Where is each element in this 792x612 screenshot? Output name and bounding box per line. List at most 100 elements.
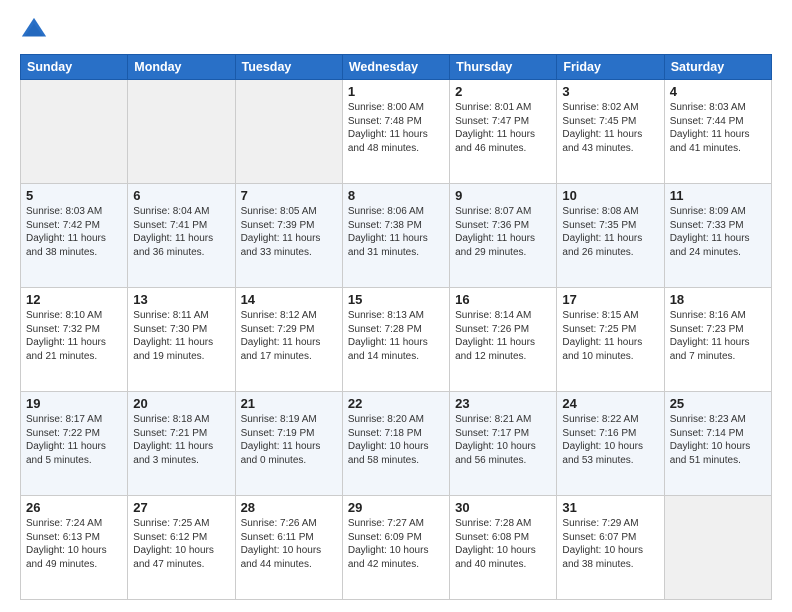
day-number: 23 xyxy=(455,396,551,411)
day-info: Sunrise: 8:23 AMSunset: 7:14 PMDaylight:… xyxy=(670,413,766,467)
calendar-header: SundayMondayTuesdayWednesdayThursdayFrid… xyxy=(21,55,772,80)
calendar-week-4: 19 Sunrise: 8:17 AMSunset: 7:22 PMDayligh… xyxy=(21,392,772,496)
calendar-day-7: 7 Sunrise: 8:05 AMSunset: 7:39 PMDaylight… xyxy=(235,184,342,288)
day-info: Sunrise: 8:22 AMSunset: 7:16 PMDaylight:… xyxy=(562,413,658,467)
weekday-header-friday: Friday xyxy=(557,55,664,80)
day-number: 18 xyxy=(670,292,766,307)
weekday-header-thursday: Thursday xyxy=(450,55,557,80)
day-info: Sunrise: 8:15 AMSunset: 7:25 PMDaylight:… xyxy=(562,309,658,363)
day-info: Sunrise: 8:06 AMSunset: 7:38 PMDaylight:… xyxy=(348,205,444,259)
calendar-week-2: 5 Sunrise: 8:03 AMSunset: 7:42 PMDaylight… xyxy=(21,184,772,288)
day-number: 3 xyxy=(562,84,658,99)
day-number: 20 xyxy=(133,396,229,411)
day-info: Sunrise: 8:08 AMSunset: 7:35 PMDaylight:… xyxy=(562,205,658,259)
calendar-day-13: 13 Sunrise: 8:11 AMSunset: 7:30 PMDayligh… xyxy=(128,288,235,392)
day-number: 14 xyxy=(241,292,337,307)
calendar-day-11: 11 Sunrise: 8:09 AMSunset: 7:33 PMDayligh… xyxy=(664,184,771,288)
page: SundayMondayTuesdayWednesdayThursdayFrid… xyxy=(0,0,792,612)
weekday-header-saturday: Saturday xyxy=(664,55,771,80)
calendar-day-5: 5 Sunrise: 8:03 AMSunset: 7:42 PMDaylight… xyxy=(21,184,128,288)
calendar-day-17: 17 Sunrise: 8:15 AMSunset: 7:25 PMDayligh… xyxy=(557,288,664,392)
logo-icon xyxy=(20,16,48,44)
day-info: Sunrise: 7:24 AMSunset: 6:13 PMDaylight:… xyxy=(26,517,122,571)
day-number: 27 xyxy=(133,500,229,515)
calendar-day-3: 3 Sunrise: 8:02 AMSunset: 7:45 PMDaylight… xyxy=(557,80,664,184)
calendar-day-30: 30Sunrise: 7:28 AMSunset: 6:08 PMDayligh… xyxy=(450,496,557,600)
day-number: 7 xyxy=(241,188,337,203)
calendar-day-21: 21Sunrise: 8:19 AMSunset: 7:19 PMDayligh… xyxy=(235,392,342,496)
day-info: Sunrise: 8:05 AMSunset: 7:39 PMDaylight:… xyxy=(241,205,337,259)
day-number: 2 xyxy=(455,84,551,99)
day-number: 28 xyxy=(241,500,337,515)
day-info: Sunrise: 8:03 AMSunset: 7:42 PMDaylight:… xyxy=(26,205,122,259)
day-number: 15 xyxy=(348,292,444,307)
day-number: 5 xyxy=(26,188,122,203)
day-info: Sunrise: 7:26 AMSunset: 6:11 PMDaylight:… xyxy=(241,517,337,571)
day-info: Sunrise: 8:00 AMSunset: 7:48 PMDaylight:… xyxy=(348,101,444,155)
day-info: Sunrise: 8:16 AMSunset: 7:23 PMDaylight:… xyxy=(670,309,766,363)
day-info: Sunrise: 8:11 AMSunset: 7:30 PMDaylight:… xyxy=(133,309,229,363)
day-number: 4 xyxy=(670,84,766,99)
day-number: 8 xyxy=(348,188,444,203)
calendar-day-24: 24 Sunrise: 8:22 AMSunset: 7:16 PMDayligh… xyxy=(557,392,664,496)
empty-cell xyxy=(235,80,342,184)
day-info: Sunrise: 8:17 AMSunset: 7:22 PMDaylight:… xyxy=(26,413,122,467)
day-number: 21 xyxy=(241,396,337,411)
day-info: Sunrise: 7:28 AMSunset: 6:08 PMDaylight:… xyxy=(455,517,551,571)
calendar-day-2: 2Sunrise: 8:01 AMSunset: 7:47 PMDaylight… xyxy=(450,80,557,184)
calendar-day-12: 12 Sunrise: 8:10 AMSunset: 7:32 PMDayligh… xyxy=(21,288,128,392)
weekday-header-wednesday: Wednesday xyxy=(342,55,449,80)
calendar-day-4: 4 Sunrise: 8:03 AMSunset: 7:44 PMDaylight… xyxy=(664,80,771,184)
calendar-day-10: 10 Sunrise: 8:08 AMSunset: 7:35 PMDayligh… xyxy=(557,184,664,288)
day-info: Sunrise: 8:10 AMSunset: 7:32 PMDaylight:… xyxy=(26,309,122,363)
calendar-day-8: 8 Sunrise: 8:06 AMSunset: 7:38 PMDaylight… xyxy=(342,184,449,288)
calendar-table: SundayMondayTuesdayWednesdayThursdayFrid… xyxy=(20,54,772,600)
day-number: 22 xyxy=(348,396,444,411)
calendar-day-14: 14 Sunrise: 8:12 AMSunset: 7:29 PMDayligh… xyxy=(235,288,342,392)
calendar-day-1: 1 Sunrise: 8:00 AMSunset: 7:48 PMDaylight… xyxy=(342,80,449,184)
calendar-day-23: 23Sunrise: 8:21 AMSunset: 7:17 PMDayligh… xyxy=(450,392,557,496)
day-number: 24 xyxy=(562,396,658,411)
day-info: Sunrise: 8:03 AMSunset: 7:44 PMDaylight:… xyxy=(670,101,766,155)
logo xyxy=(20,16,52,44)
calendar-day-26: 26 Sunrise: 7:24 AMSunset: 6:13 PMDayligh… xyxy=(21,496,128,600)
calendar-day-9: 9Sunrise: 8:07 AMSunset: 7:36 PMDaylight… xyxy=(450,184,557,288)
calendar-day-27: 27 Sunrise: 7:25 AMSunset: 6:12 PMDayligh… xyxy=(128,496,235,600)
day-number: 11 xyxy=(670,188,766,203)
day-number: 26 xyxy=(26,500,122,515)
calendar-day-28: 28 Sunrise: 7:26 AMSunset: 6:11 PMDayligh… xyxy=(235,496,342,600)
empty-cell xyxy=(664,496,771,600)
calendar-week-3: 12 Sunrise: 8:10 AMSunset: 7:32 PMDayligh… xyxy=(21,288,772,392)
calendar-day-16: 16Sunrise: 8:14 AMSunset: 7:26 PMDayligh… xyxy=(450,288,557,392)
day-info: Sunrise: 8:09 AMSunset: 7:33 PMDaylight:… xyxy=(670,205,766,259)
day-info: Sunrise: 8:04 AMSunset: 7:41 PMDaylight:… xyxy=(133,205,229,259)
weekday-header-tuesday: Tuesday xyxy=(235,55,342,80)
day-number: 29 xyxy=(348,500,444,515)
empty-cell xyxy=(128,80,235,184)
day-info: Sunrise: 8:12 AMSunset: 7:29 PMDaylight:… xyxy=(241,309,337,363)
day-number: 12 xyxy=(26,292,122,307)
day-info: Sunrise: 7:25 AMSunset: 6:12 PMDaylight:… xyxy=(133,517,229,571)
day-number: 6 xyxy=(133,188,229,203)
calendar-day-15: 15Sunrise: 8:13 AMSunset: 7:28 PMDayligh… xyxy=(342,288,449,392)
empty-cell xyxy=(21,80,128,184)
weekday-header-sunday: Sunday xyxy=(21,55,128,80)
calendar-day-31: 31Sunrise: 7:29 AMSunset: 6:07 PMDayligh… xyxy=(557,496,664,600)
calendar-day-29: 29 Sunrise: 7:27 AMSunset: 6:09 PMDayligh… xyxy=(342,496,449,600)
calendar-week-1: 1 Sunrise: 8:00 AMSunset: 7:48 PMDaylight… xyxy=(21,80,772,184)
calendar-day-6: 6 Sunrise: 8:04 AMSunset: 7:41 PMDaylight… xyxy=(128,184,235,288)
calendar-body: 1 Sunrise: 8:00 AMSunset: 7:48 PMDaylight… xyxy=(21,80,772,600)
day-info: Sunrise: 8:02 AMSunset: 7:45 PMDaylight:… xyxy=(562,101,658,155)
day-info: Sunrise: 8:07 AMSunset: 7:36 PMDaylight:… xyxy=(455,205,551,259)
day-info: Sunrise: 7:27 AMSunset: 6:09 PMDaylight:… xyxy=(348,517,444,571)
day-number: 17 xyxy=(562,292,658,307)
day-number: 13 xyxy=(133,292,229,307)
weekday-header-monday: Monday xyxy=(128,55,235,80)
day-number: 10 xyxy=(562,188,658,203)
day-number: 25 xyxy=(670,396,766,411)
header xyxy=(20,16,772,44)
day-number: 1 xyxy=(348,84,444,99)
day-number: 19 xyxy=(26,396,122,411)
calendar-day-20: 20Sunrise: 8:18 AMSunset: 7:21 PMDayligh… xyxy=(128,392,235,496)
calendar-day-22: 22Sunrise: 8:20 AMSunset: 7:18 PMDayligh… xyxy=(342,392,449,496)
